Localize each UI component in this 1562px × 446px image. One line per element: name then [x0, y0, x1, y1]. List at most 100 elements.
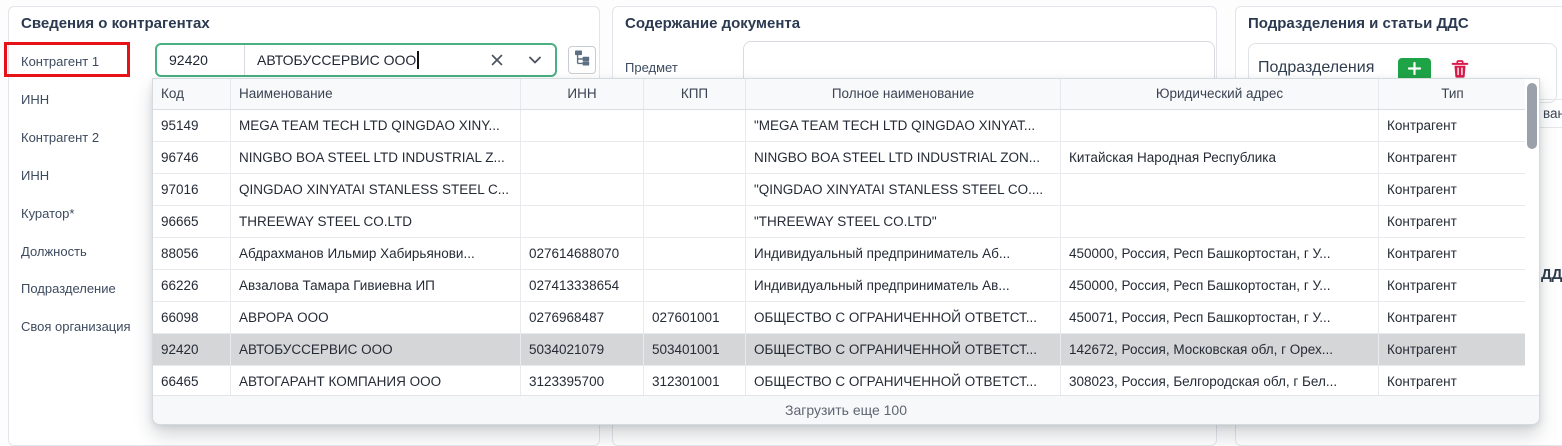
departments-section-label: Подразделения: [1258, 59, 1374, 77]
table-cell: [1061, 174, 1379, 205]
chevron-down-icon[interactable]: [523, 48, 547, 72]
table-cell: 503401001: [644, 334, 746, 365]
tree-view-button[interactable]: [568, 46, 596, 74]
field-label: Подразделение: [21, 280, 116, 298]
table-cell: АВТОГАРАНТ КОМПАНИЯ ООО: [231, 366, 521, 397]
table-cell: 027614688070: [521, 238, 644, 269]
counterparties-panel-title: Сведения о контрагентах: [21, 15, 210, 32]
table-cell: "MEGA TEAM TECH LTD QINGDAO XINYAT...: [746, 110, 1061, 141]
table-cell: 66098: [153, 302, 231, 333]
field-label: Контрагент 2: [21, 129, 99, 147]
column-header[interactable]: ИНН: [521, 79, 644, 109]
dropdown-table-header: КодНаименованиеИННКПППолное наименование…: [153, 79, 1539, 110]
table-cell: АВТОБУССЕРВИС ООО: [231, 334, 521, 365]
table-cell: 027413338654: [521, 270, 644, 301]
table-cell: MEGA TEAM TECH LTD QINGDAO XINY...: [231, 110, 521, 141]
table-cell: 142672, Россия, Московская обл, г Орех..…: [1061, 334, 1379, 365]
table-cell: [521, 110, 644, 141]
tree-icon: [574, 49, 591, 71]
column-header[interactable]: Код: [153, 79, 231, 109]
table-cell: THREEWAY STEEL CO.LTD: [231, 206, 521, 237]
text-cursor: [417, 51, 419, 69]
table-cell: 95149: [153, 110, 231, 141]
field-label: Своя организация: [21, 318, 131, 336]
dropdown-row[interactable]: 95149MEGA TEAM TECH LTD QINGDAO XINY... "…: [153, 110, 1539, 142]
departments-panel-title: Подразделения и статьи ДДС: [1248, 15, 1469, 32]
table-cell: [521, 142, 644, 173]
table-cell: 97016: [153, 174, 231, 205]
column-header[interactable]: КПП: [644, 79, 746, 109]
table-cell: [644, 142, 746, 173]
column-header[interactable]: Наименование: [231, 79, 521, 109]
table-cell: [644, 270, 746, 301]
table-cell: NINGBO BOA STEEL LTD INDUSTRIAL ZON...: [746, 142, 1061, 173]
load-more-button[interactable]: Загрузить еще 100: [153, 395, 1539, 424]
dropdown-row[interactable]: 66226Авзалова Тамара Гивиевна ИП02741333…: [153, 270, 1539, 302]
clear-icon[interactable]: [485, 48, 509, 72]
dropdown-row[interactable]: 96665THREEWAY STEEL CO.LTD"THREEWAY STEE…: [153, 206, 1539, 238]
table-cell: Контрагент: [1379, 238, 1527, 269]
scrollbar-thumb[interactable]: [1527, 83, 1537, 149]
table-cell: 96746: [153, 142, 231, 173]
combobox-name-input[interactable]: АВТОБУССЕРВИС ООО: [245, 45, 485, 75]
field-label: Куратор*: [21, 205, 74, 223]
table-cell: Индивидуальный предприниматель Ав...: [746, 270, 1061, 301]
table-cell: 450071, Россия, Респ Башкортостан, г У..…: [1061, 302, 1379, 333]
table-cell: 3123395700: [521, 366, 644, 397]
table-cell: 0276968487: [521, 302, 644, 333]
table-cell: Китайская Народная Республика: [1061, 142, 1379, 173]
table-cell: Абдрахманов Ильмир Хабирьянови...: [231, 238, 521, 269]
dropdown-row[interactable]: 66465АВТОГАРАНТ КОМПАНИЯ ООО312339570031…: [153, 366, 1539, 398]
table-cell: 66465: [153, 366, 231, 397]
table-cell: [1061, 206, 1379, 237]
field-label: ИНН: [21, 91, 49, 109]
table-cell: Контрагент: [1379, 110, 1527, 141]
table-cell: Контрагент: [1379, 174, 1527, 205]
background-text-fragment: ван: [1543, 106, 1562, 121]
counterparty-combobox[interactable]: 92420 АВТОБУССЕРВИС ООО: [155, 43, 557, 77]
table-cell: QINGDAO XINYATAI STANLESS STEEL C...: [231, 174, 521, 205]
background-line: [1540, 99, 1562, 100]
table-cell: Контрагент: [1379, 302, 1527, 333]
table-cell: Контрагент: [1379, 270, 1527, 301]
table-cell: Контрагент: [1379, 334, 1527, 365]
table-cell: [1061, 110, 1379, 141]
dropdown-row[interactable]: 97016QINGDAO XINYATAI STANLESS STEEL C..…: [153, 174, 1539, 206]
dropdown-row[interactable]: 92420АВТОБУССЕРВИС ООО503402107950340100…: [153, 334, 1539, 366]
table-cell: 66226: [153, 270, 231, 301]
annotation-highlight-box: [4, 42, 130, 77]
dropdown-row[interactable]: 66098АВРОРА ООО0276968487027601001ОБЩЕСТ…: [153, 302, 1539, 334]
table-cell: 92420: [153, 334, 231, 365]
table-cell: 308023, Россия, Белгородская обл, г Бел.…: [1061, 366, 1379, 397]
table-cell: Контрагент: [1379, 206, 1527, 237]
table-cell: [521, 174, 644, 205]
dropdown-scrollbar[interactable]: [1525, 79, 1539, 396]
column-header[interactable]: Тип: [1379, 79, 1527, 109]
combobox-code-value[interactable]: 92420: [157, 45, 245, 75]
table-cell: 312301001: [644, 366, 746, 397]
table-cell: NINGBO BOA STEEL LTD INDUSTRIAL Z...: [231, 142, 521, 173]
table-cell: Индивидуальный предприниматель Аб...: [746, 238, 1061, 269]
table-cell: Контрагент: [1379, 366, 1527, 397]
document-panel-title: Содержание документа: [625, 15, 800, 32]
dropdown-row[interactable]: 96746NINGBO BOA STEEL LTD INDUSTRIAL Z..…: [153, 142, 1539, 174]
table-cell: 450000, Россия, Респ Башкортостан, г У..…: [1061, 270, 1379, 301]
table-cell: "THREEWAY STEEL CO.LTD": [746, 206, 1061, 237]
table-cell: ОБЩЕСТВО С ОГРАНИЧЕННОЙ ОТВЕТСТ...: [746, 302, 1061, 333]
table-cell: ОБЩЕСТВО С ОГРАНИЧЕННОЙ ОТВЕТСТ...: [746, 334, 1061, 365]
column-header[interactable]: Юридический адрес: [1061, 79, 1379, 109]
dropdown-row[interactable]: 88056Абдрахманов Ильмир Хабирьянови...02…: [153, 238, 1539, 270]
subject-label: Предмет: [625, 59, 678, 77]
table-cell: [644, 238, 746, 269]
table-cell: [644, 206, 746, 237]
field-label: Должность: [21, 243, 87, 261]
table-cell: "QINGDAO XINYATAI STANLESS STEEL CO....: [746, 174, 1061, 205]
table-cell: АВРОРА ООО: [231, 302, 521, 333]
table-cell: [644, 174, 746, 205]
table-cell: Авзалова Тамара Гивиевна ИП: [231, 270, 521, 301]
table-cell: [644, 110, 746, 141]
dropdown-table-body: 95149MEGA TEAM TECH LTD QINGDAO XINY... "…: [153, 110, 1539, 398]
table-cell: [521, 206, 644, 237]
background-line: [1540, 127, 1562, 128]
column-header[interactable]: Полное наименование: [746, 79, 1061, 109]
